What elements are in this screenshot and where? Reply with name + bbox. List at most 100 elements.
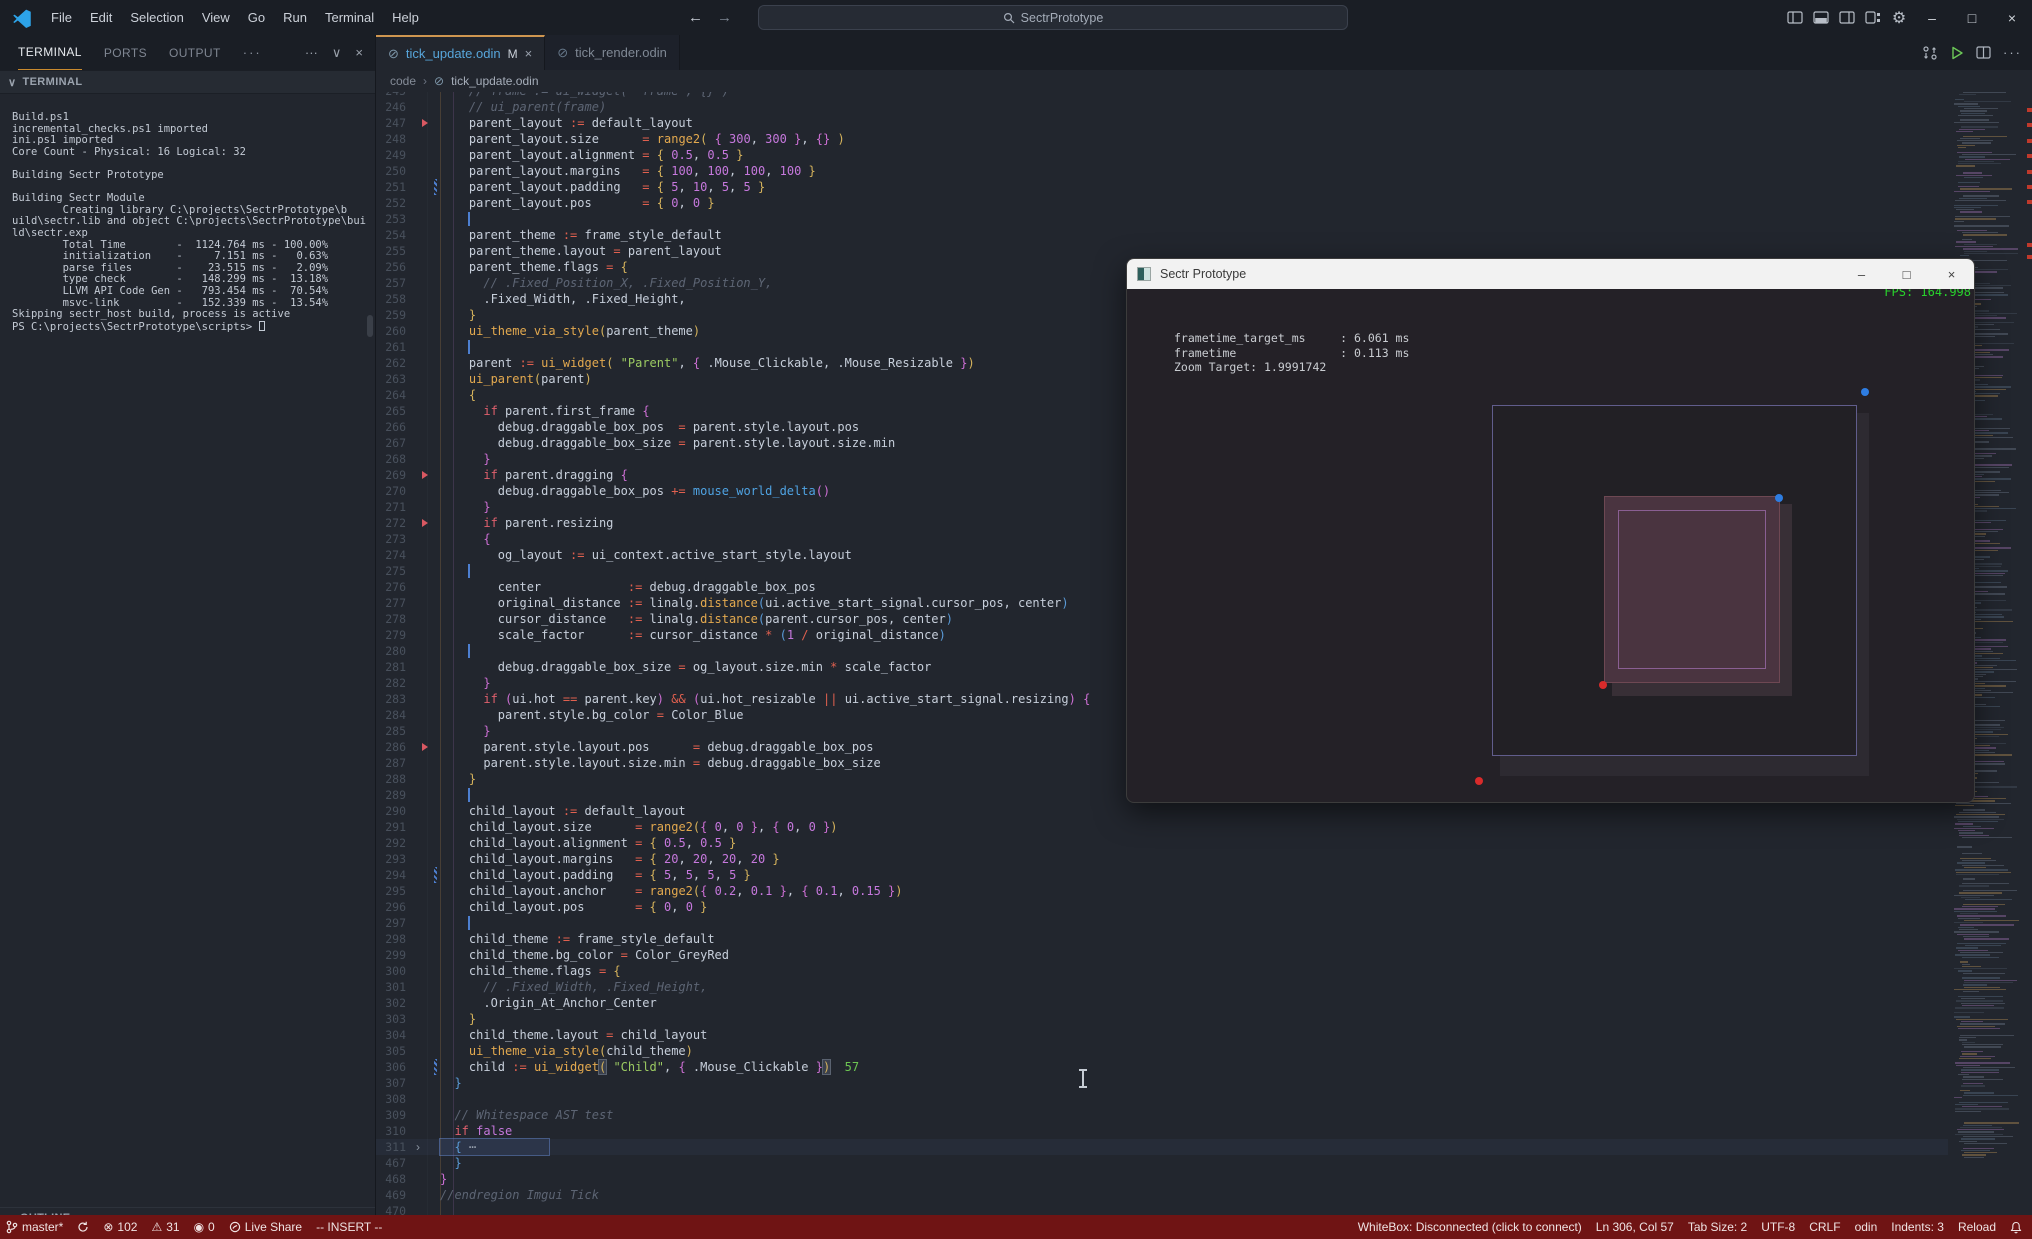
code-line-301[interactable]: 301 // .Fixed_Width, .Fixed_Height, (376, 979, 1948, 995)
code-line-250[interactable]: 250 parent_layout.margins = { 100, 100, … (376, 163, 1948, 179)
run-play-icon[interactable] (1950, 46, 1964, 60)
status-item-odin[interactable]: odin (1855, 1220, 1878, 1234)
code-line-249[interactable]: 249 parent_layout.alignment = { 0.5, 0.5… (376, 147, 1948, 163)
code-line-470[interactable]: 470 (376, 1203, 1948, 1215)
code-line-468[interactable]: 468} (376, 1171, 1948, 1187)
split-editor-icon[interactable] (1976, 46, 1991, 59)
code-line-307[interactable]: 307 } (376, 1075, 1948, 1091)
menu-view[interactable]: View (193, 6, 239, 29)
menu-selection[interactable]: Selection (121, 6, 192, 29)
sectr-minimize-button[interactable]: – (1839, 259, 1884, 289)
fold-chevron-icon[interactable]: › (416, 1139, 420, 1155)
panel-tabs-more-icon[interactable]: ··· (243, 45, 262, 60)
code-line-302[interactable]: 302 .Origin_At_Anchor_Center (376, 995, 1948, 1011)
code-line-291[interactable]: 291 child_layout.size = range2({ 0, 0 },… (376, 819, 1948, 835)
toggle-secondary-sidebar-icon[interactable] (1834, 0, 1860, 35)
code-line-300[interactable]: 300 child_theme.flags = { (376, 963, 1948, 979)
window-minimize-button[interactable]: – (1912, 0, 1952, 35)
code-line-296[interactable]: 296 child_layout.pos = { 0, 0 } (376, 899, 1948, 915)
blue-handle-dot[interactable] (1861, 388, 1869, 396)
menu-terminal[interactable]: Terminal (316, 6, 383, 29)
breadcrumb-file[interactable]: tick_update.odin (451, 74, 538, 88)
breadcrumb-folder[interactable]: code (390, 74, 416, 88)
menu-file[interactable]: File (42, 6, 81, 29)
code-line-299[interactable]: 299 child_theme.bg_color = Color_GreyRed (376, 947, 1948, 963)
panel-tab-output[interactable]: OUTPUT (169, 35, 221, 70)
open-changes-icon[interactable] (1922, 45, 1938, 61)
status-item-broadcast[interactable]: ◉ 0 (194, 1220, 215, 1234)
code-line-254[interactable]: 254 parent_theme := frame_style_default (376, 227, 1948, 243)
editor-more-actions-icon[interactable]: ··· (2003, 45, 2022, 60)
code-line-297[interactable]: 297 (376, 915, 1948, 931)
window-close-button[interactable]: × (1992, 0, 2032, 35)
menu-run[interactable]: Run (274, 6, 316, 29)
status-item-utf-8[interactable]: UTF-8 (1761, 1220, 1795, 1234)
panel-maximize-icon[interactable]: ∨ (332, 45, 342, 61)
tab-tick-update[interactable]: ⊘ tick_update.odin M × (376, 35, 546, 70)
code-line-309[interactable]: 309 // Whitespace AST test (376, 1107, 1948, 1123)
tab-close-icon[interactable]: × (525, 46, 533, 61)
status-item-error[interactable]: ⊗ 102 (103, 1220, 137, 1234)
sectr-close-button[interactable]: × (1929, 259, 1974, 289)
code-line-298[interactable]: 298 child_theme := frame_style_default (376, 931, 1948, 947)
code-line-308[interactable]: 308 (376, 1091, 1948, 1107)
settings-gear-icon[interactable]: ⚙ (1886, 0, 1912, 35)
menu-help[interactable]: Help (383, 6, 428, 29)
code-line-252[interactable]: 252 parent_layout.pos = { 0, 0 } (376, 195, 1948, 211)
terminal-output[interactable]: Build.ps1 incremental_checks.ps1 imported… (12, 111, 367, 333)
code-line-305[interactable]: 305 ui_theme_via_style(child_theme) (376, 1043, 1948, 1059)
command-center-search[interactable]: SectrPrototype (758, 5, 1348, 30)
nav-forward-icon[interactable]: → (717, 9, 732, 26)
code-line-303[interactable]: 303 } (376, 1011, 1948, 1027)
code-line-246[interactable]: 246 // ui_parent(frame) (376, 99, 1948, 115)
status-item-reload[interactable]: Reload (1958, 1220, 1996, 1234)
menu-edit[interactable]: Edit (81, 6, 121, 29)
status-item-whitebox-disconnected-click-to-connect[interactable]: WhiteBox: Disconnected (click to connect… (1358, 1220, 1582, 1234)
code-line-292[interactable]: 292 child_layout.alignment = { 0.5, 0.5 … (376, 835, 1948, 851)
code-line-295[interactable]: 295 child_layout.anchor = range2({ 0.2, … (376, 883, 1948, 899)
status-item-live-share[interactable]: Live Share (229, 1220, 302, 1234)
sectr-title-bar[interactable]: Sectr Prototype – □ × (1127, 259, 1974, 289)
panel-tab-ports[interactable]: PORTS (104, 35, 147, 70)
code-line-294[interactable]: 294 child_layout.padding = { 5, 5, 5, 5 … (376, 867, 1948, 883)
breadcrumb[interactable]: code › ⊘ tick_update.odin (376, 70, 2032, 92)
status-item-tab-size-2[interactable]: Tab Size: 2 (1688, 1220, 1747, 1234)
window-maximize-button[interactable]: □ (1952, 0, 1992, 35)
red-handle-dot[interactable] (1599, 681, 1607, 689)
sectr-maximize-button[interactable]: □ (1884, 259, 1929, 289)
code-line-306[interactable]: 306 child := ui_widget( "Child", { .Mous… (376, 1059, 1948, 1075)
red-handle-dot[interactable] (1475, 777, 1483, 785)
terminal-section-header[interactable]: ∨ TERMINAL (0, 70, 375, 94)
nav-back-icon[interactable]: ← (688, 9, 703, 26)
toggle-panel-icon[interactable] (1808, 0, 1834, 35)
code-line-248[interactable]: 248 parent_layout.size = range2( { 300, … (376, 131, 1948, 147)
code-line-251[interactable]: 251 parent_layout.padding = { 5, 10, 5, … (376, 179, 1948, 195)
status-item-sync[interactable] (77, 1221, 89, 1233)
blue-handle-dot[interactable] (1775, 494, 1783, 502)
code-line-304[interactable]: 304 child_theme.layout = child_layout (376, 1027, 1948, 1043)
status-item-indents-3[interactable]: Indents: 3 (1891, 1220, 1944, 1234)
customize-layout-icon[interactable] (1860, 0, 1886, 35)
status-item-git-branch[interactable]: master* (6, 1220, 63, 1234)
code-line-253[interactable]: 253 (376, 211, 1948, 227)
sectr-prototype-window[interactable]: FPS: 164.998 frametime_target_ms : 6.061… (1126, 258, 1975, 803)
status-item-insert[interactable]: -- INSERT -- (316, 1220, 382, 1234)
status-item-ln-306-col-57[interactable]: Ln 306, Col 57 (1596, 1220, 1674, 1234)
menu-go[interactable]: Go (239, 6, 274, 29)
code-line-467[interactable]: 467 } (376, 1155, 1948, 1171)
status-item-bell[interactable] (2010, 1221, 2022, 1234)
code-line-255[interactable]: 255 parent_theme.layout = parent_layout (376, 243, 1948, 259)
code-line-310[interactable]: 310 if false (376, 1123, 1948, 1139)
code-line-469[interactable]: 469 //endregion Imgui Tick (376, 1187, 1948, 1203)
code-line-311[interactable]: 311 › { ⋯ (376, 1138, 1948, 1156)
panel-close-icon[interactable]: × (355, 45, 363, 60)
panel-more-actions-icon[interactable]: ··· (305, 45, 318, 60)
code-line-290[interactable]: 290 child_layout := default_layout (376, 803, 1948, 819)
code-line-247[interactable]: 247 parent_layout := default_layout (376, 115, 1948, 131)
tab-tick-render[interactable]: ⊘ tick_render.odin (545, 35, 680, 70)
status-item-crlf[interactable]: CRLF (1809, 1220, 1840, 1234)
status-item-warning[interactable]: ⚠ 31 (151, 1220, 179, 1234)
terminal-scrollbar[interactable] (367, 315, 373, 337)
code-line-293[interactable]: 293 child_layout.margins = { 20, 20, 20,… (376, 851, 1948, 867)
toggle-sidebar-icon[interactable] (1782, 0, 1808, 35)
